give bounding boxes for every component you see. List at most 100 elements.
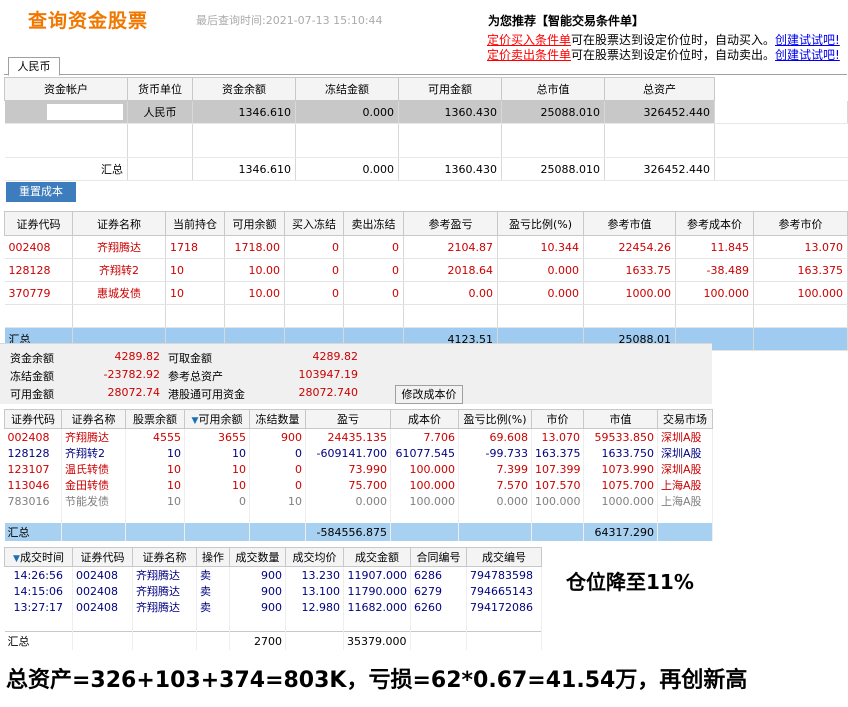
frozen-cell: 0.000 [295, 100, 399, 124]
table-row[interactable]: 370779 惠城发债 10 10.00 0 0 0.00 0.000 1000… [4, 281, 848, 305]
stock-code: 128128 [4, 258, 73, 282]
buy-condition-link[interactable]: 定价买入条件单 [487, 33, 571, 47]
contract-no: 6260 [410, 599, 467, 615]
avg-price: 12.980 [285, 599, 344, 615]
header-filler [714, 77, 848, 101]
col-header[interactable]: 股票余额 [125, 409, 185, 429]
col-header[interactable]: 证券名称 [61, 409, 126, 429]
col-header[interactable]: 总市值 [501, 77, 605, 101]
frozen-value: -23782.92 [103, 368, 160, 381]
ref-price: 13.070 [753, 235, 848, 259]
col-header[interactable]: 资金帐户 [4, 77, 128, 101]
positions2-total-row: 汇总 -584556.875 64317.290 [4, 523, 713, 541]
total-label: 汇总 [4, 157, 128, 181]
ref-market-value: 1000.00 [583, 281, 676, 305]
col-header[interactable]: 总资产 [604, 77, 715, 101]
stock-code: 113046 [4, 477, 62, 493]
profit: -609141.700 [305, 445, 391, 461]
col-header[interactable]: ▼可用余额 [184, 409, 250, 429]
col-header[interactable]: 货币单位 [127, 77, 193, 101]
col-header[interactable]: 卖出冻结 [343, 211, 404, 236]
trades-table: ▼成交时间 证券代码 证券名称 操作 成交数量 成交均价 成交金额 合同编号 成… [4, 547, 542, 650]
stock-name: 节能发债 [61, 493, 126, 509]
market: 上海A股 [657, 477, 713, 493]
withdrawable-label: 可取金额 [168, 352, 212, 365]
table-row[interactable]: 128128 齐翔转2 10 10 0 -609141.700 61077.54… [4, 445, 713, 461]
total-market-value: 64317.290 [583, 523, 658, 541]
col-header[interactable]: 冻结数量 [249, 409, 306, 429]
hk-available-label: 港股通可用资金 [168, 388, 245, 401]
available: 10 [184, 445, 250, 461]
balance: 4555 [125, 428, 185, 445]
table-row[interactable]: 14:26:56 002408 齐翔腾达 卖 900 13.230 11907.… [4, 566, 542, 583]
total-market-value: 25088.010 [501, 157, 605, 181]
col-header[interactable]: 操作 [196, 547, 230, 567]
fund-balance-value: 4289.82 [114, 350, 161, 363]
col-header[interactable]: 盈亏比例(%) [458, 409, 532, 429]
trade-no: 794172086 [466, 599, 542, 615]
table-row[interactable]: 783016 节能发债 10 0 10 0.000 100.000 0.000 … [4, 493, 713, 509]
ref-total-label: 参考总资产 [168, 370, 223, 383]
market-value: 1073.990 [583, 461, 658, 477]
col-header[interactable]: 当前持仓 [165, 211, 225, 236]
col-header[interactable]: 市价 [531, 409, 584, 429]
price: 100.000 [531, 493, 584, 509]
col-header[interactable]: 可用余额 [224, 211, 285, 236]
col-header[interactable]: 证券名称 [132, 547, 197, 567]
table-row[interactable]: 002408 齐翔腾达 1718 1718.00 0 0 2104.87 10.… [4, 235, 848, 259]
available: 10.00 [224, 258, 285, 282]
table-row[interactable]: 128128 齐翔转2 10 10.00 0 0 2018.64 0.000 1… [4, 258, 848, 282]
frozen: 0 [249, 477, 306, 493]
col-header[interactable]: 合同编号 [410, 547, 467, 567]
unit-cell: 人民币 [127, 100, 193, 124]
col-header[interactable]: 盈亏比例(%) [497, 211, 584, 236]
table-row[interactable]: 14:15:06 002408 齐翔腾达 卖 900 13.100 11790.… [4, 583, 542, 599]
col-header[interactable]: 证券代码 [4, 409, 62, 429]
frozen: 0 [249, 461, 306, 477]
col-header[interactable]: 资金余额 [192, 77, 296, 101]
col-header[interactable]: 成交编号 [466, 547, 542, 567]
table-row[interactable]: 13:27:17 002408 齐翔腾达 卖 900 12.980 11682.… [4, 599, 542, 615]
available: 3655 [184, 428, 250, 445]
col-header[interactable]: 参考盈亏 [403, 211, 498, 236]
col-header[interactable]: 市值 [583, 409, 658, 429]
total-balance: 1346.610 [192, 157, 296, 181]
position-annotation: 仓位降至11% [566, 570, 694, 594]
ref-profit: 2104.87 [403, 235, 498, 259]
col-header[interactable]: 成交数量 [229, 547, 286, 567]
col-header[interactable]: 成本价 [390, 409, 459, 429]
col-header[interactable]: 参考市值 [583, 211, 676, 236]
balance: 10 [125, 445, 185, 461]
tab-strip [4, 58, 847, 75]
available: 1718.00 [224, 235, 285, 259]
ref-market-value: 22454.26 [583, 235, 676, 259]
table-row[interactable]: 123107 温氏转债 10 10 0 73.990 100.000 7.399… [4, 461, 713, 477]
create-buy-link[interactable]: 创建试试吧! [775, 33, 840, 47]
col-header[interactable]: 可用金额 [398, 77, 502, 101]
table-row[interactable]: 113046 金田转债 10 10 0 75.700 100.000 7.570… [4, 477, 713, 493]
reset-cost-button[interactable]: 重置成本 [6, 182, 76, 202]
col-header[interactable]: 证券代码 [4, 211, 73, 236]
col-header[interactable]: 参考市价 [753, 211, 848, 236]
frozen: 10 [249, 493, 306, 509]
modify-cost-button[interactable]: 修改成本价 [395, 385, 463, 404]
table-row[interactable]: 002408 齐翔腾达 4555 3655 900 24435.135 7.70… [4, 428, 713, 445]
available-value: 28072.74 [107, 386, 161, 399]
col-header[interactable]: 买入冻结 [284, 211, 344, 236]
stock-name: 齐翔转2 [61, 445, 126, 461]
col-header[interactable]: ▼成交时间 [4, 547, 73, 567]
table-row[interactable]: 人民币 1346.610 0.000 1360.430 25088.010 32… [4, 100, 848, 124]
col-header[interactable]: 交易市场 [657, 409, 713, 429]
col-header[interactable]: 冻结金额 [295, 77, 399, 101]
col-header[interactable]: 证券代码 [72, 547, 133, 567]
col-header[interactable]: 成交金额 [343, 547, 411, 567]
cost: 100.000 [390, 493, 459, 509]
price: 107.399 [531, 461, 584, 477]
positions-table: 证券代码 证券名称 当前持仓 可用余额 买入冻结 卖出冻结 参考盈亏 盈亏比例(… [4, 211, 848, 351]
col-header[interactable]: 参考成本价 [675, 211, 754, 236]
tab-rmb[interactable]: 人民币 [8, 57, 60, 76]
col-header[interactable]: 盈亏 [305, 409, 391, 429]
col-header[interactable]: 证券名称 [72, 211, 166, 236]
frozen: 900 [249, 428, 306, 445]
col-header[interactable]: 成交均价 [285, 547, 344, 567]
